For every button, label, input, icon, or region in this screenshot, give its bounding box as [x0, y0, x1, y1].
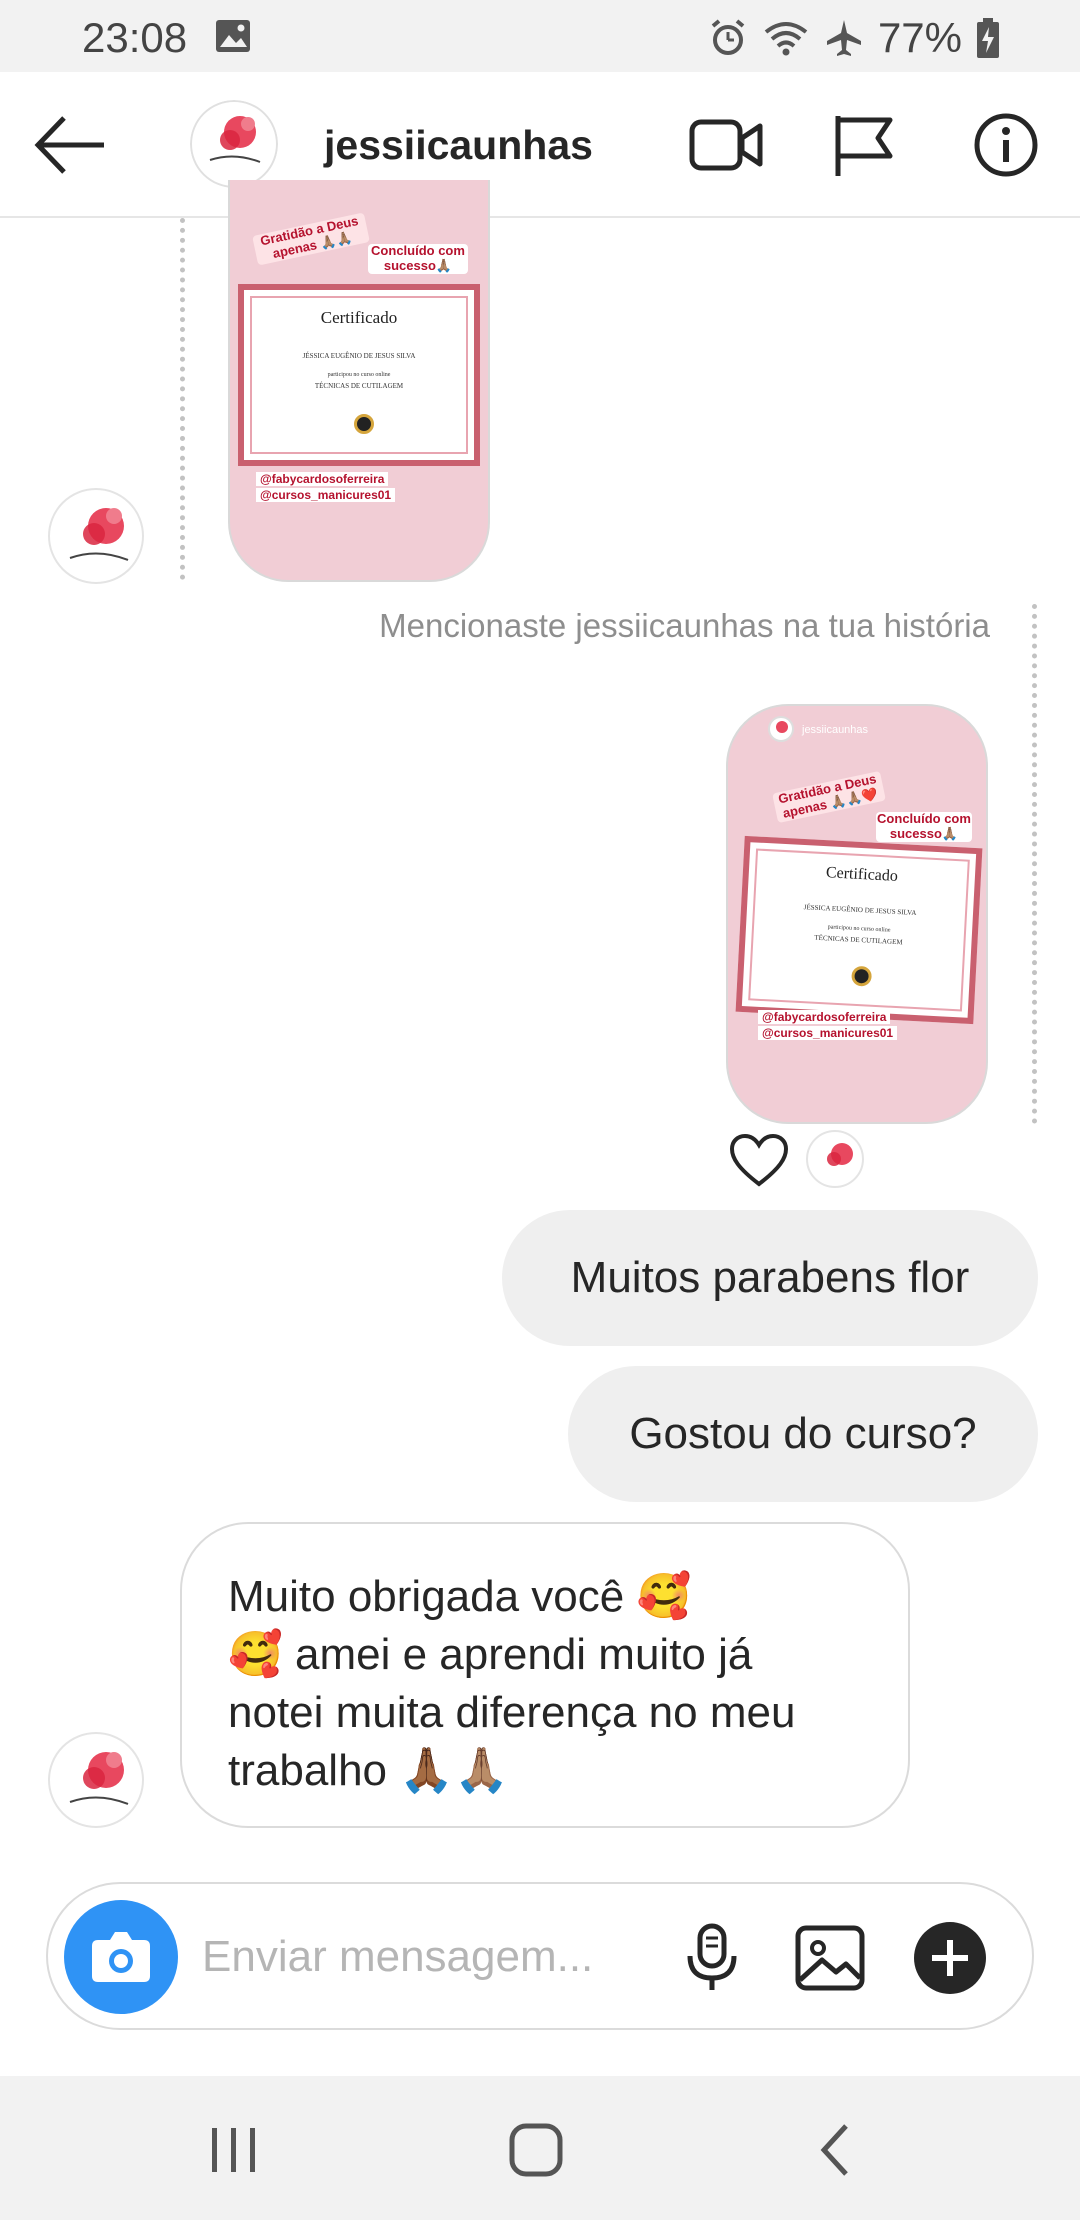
story-mention-tag: @cursos_manicures01: [758, 1026, 898, 1040]
certificate-title: Certificado: [825, 864, 899, 885]
avatar-logo-icon: [69, 1752, 129, 1805]
sender-avatar[interactable]: [48, 1732, 144, 1828]
status-icons: 77%: [708, 14, 1000, 62]
certificate-seal-icon: [851, 965, 873, 987]
battery-percent: 77%: [877, 14, 962, 61]
certificate-course-intro: participou no curso online: [327, 372, 391, 378]
wifi-icon: [764, 22, 808, 56]
back-arrow-icon[interactable]: [30, 112, 110, 178]
story-sticker-completed: Concluído com sucesso🙏🏽: [876, 811, 972, 842]
message-bubble-sent[interactable]: Gostou do curso?: [568, 1366, 1038, 1502]
message-input[interactable]: Enviar mensagem...: [202, 1932, 593, 1982]
shared-story-card[interactable]: Gratidão a Deus apenas 🙏🏽🙏🏽 Concluído co…: [228, 180, 490, 582]
video-call-icon[interactable]: [688, 112, 764, 178]
certificate-course: TÉCNICAS DE CUTILAGEM: [314, 382, 404, 390]
certificate-image: Certificado JÉSSICA EUGÊNIO DE JESUS SIL…: [238, 284, 480, 466]
message-text: Gostou do curso?: [629, 1409, 977, 1458]
home-icon[interactable]: [506, 2120, 566, 2180]
status-time: 23:08: [82, 14, 188, 61]
story-mention-tag: @cursos_manicures01: [256, 488, 396, 502]
story-reply-divider: [1032, 604, 1037, 1124]
add-plus-icon[interactable]: [912, 1920, 988, 1996]
avatar-logo-icon: [190, 100, 278, 188]
reactor-avatar[interactable]: [806, 1130, 864, 1188]
certificate-title: Certificado: [320, 308, 398, 327]
recent-apps-icon[interactable]: [204, 2120, 264, 2180]
message-text-line: trabalho 🙏🏾🙏🏽: [228, 1746, 509, 1795]
chat-username[interactable]: jessiicaunhas: [324, 122, 593, 169]
airplane-mode-icon: [826, 20, 861, 56]
shared-story-card[interactable]: jessiicaunhas Gratidão a Deus apenas 🙏🏽🙏…: [726, 704, 988, 1124]
certificate-seal-icon: [354, 414, 374, 434]
flag-report-icon[interactable]: [826, 112, 902, 178]
story-mention-tag: @fabycardosoferreira: [256, 472, 389, 486]
info-icon[interactable]: [968, 112, 1044, 178]
battery-charging-icon: [977, 18, 999, 58]
certificate-recipient: JÉSSICA EUGÊNIO DE JESUS SILVA: [803, 903, 917, 917]
camera-icon: [92, 1932, 150, 1982]
story-reply-divider: [180, 218, 185, 580]
system-nav-bar: [0, 2076, 1080, 2220]
gallery-icon[interactable]: [792, 1920, 868, 1996]
message-composer: Enviar mensagem...: [46, 1882, 1034, 2030]
message-bubble-received[interactable]: Muito obrigada você 🥰 🥰 amei e aprendi m…: [180, 1522, 910, 1828]
chat-header: jessiicaunhas: [0, 72, 1080, 218]
camera-button[interactable]: [64, 1900, 178, 2014]
story-sticker-gratitude: Gratidão a Deus apenas 🙏🏽🙏🏽: [252, 212, 370, 266]
story-owner-avatar: [768, 716, 794, 742]
header-avatar[interactable]: [190, 100, 278, 188]
status-bar: 23:08 77%: [0, 0, 1080, 72]
back-nav-icon[interactable]: [808, 2120, 868, 2180]
message-text-line: 🥰 amei e aprendi muito já: [228, 1630, 753, 1679]
message-bubble-sent[interactable]: Muitos parabens flor: [502, 1210, 1038, 1346]
heart-reaction-icon[interactable]: [728, 1132, 790, 1188]
story-owner-username: jessiicaunhas: [802, 724, 869, 736]
certificate-recipient: JÉSSICA EUGÊNIO DE JESUS SILVA: [302, 352, 416, 360]
avatar-logo-icon: [69, 508, 129, 561]
sender-avatar[interactable]: [48, 488, 144, 584]
avatar-logo-icon: [827, 1143, 853, 1166]
alarm-icon: [711, 19, 745, 55]
story-mention-notice: Mencionaste jessiicaunhas na tua históri…: [379, 607, 990, 644]
certificate-image: Certificado JÉSSICA EUGÊNIO DE JESUS SIL…: [735, 835, 983, 1025]
story-sticker-completed: Concluído com sucesso🙏🏽: [368, 243, 468, 274]
gallery-notification-icon: [216, 20, 250, 52]
message-text-line: notei muita diferença no meu: [228, 1688, 796, 1737]
message-text-line: Muito obrigada você 🥰: [228, 1572, 692, 1621]
story-mention-tag: @fabycardosoferreira: [758, 1010, 891, 1024]
story-sticker-gratitude: Gratidão a Deus apenas 🙏🏽🙏🏽❤️: [772, 770, 886, 823]
avatar-logo-icon: [776, 721, 788, 733]
microphone-icon[interactable]: [674, 1920, 750, 1996]
message-text: Muitos parabens flor: [570, 1253, 970, 1302]
